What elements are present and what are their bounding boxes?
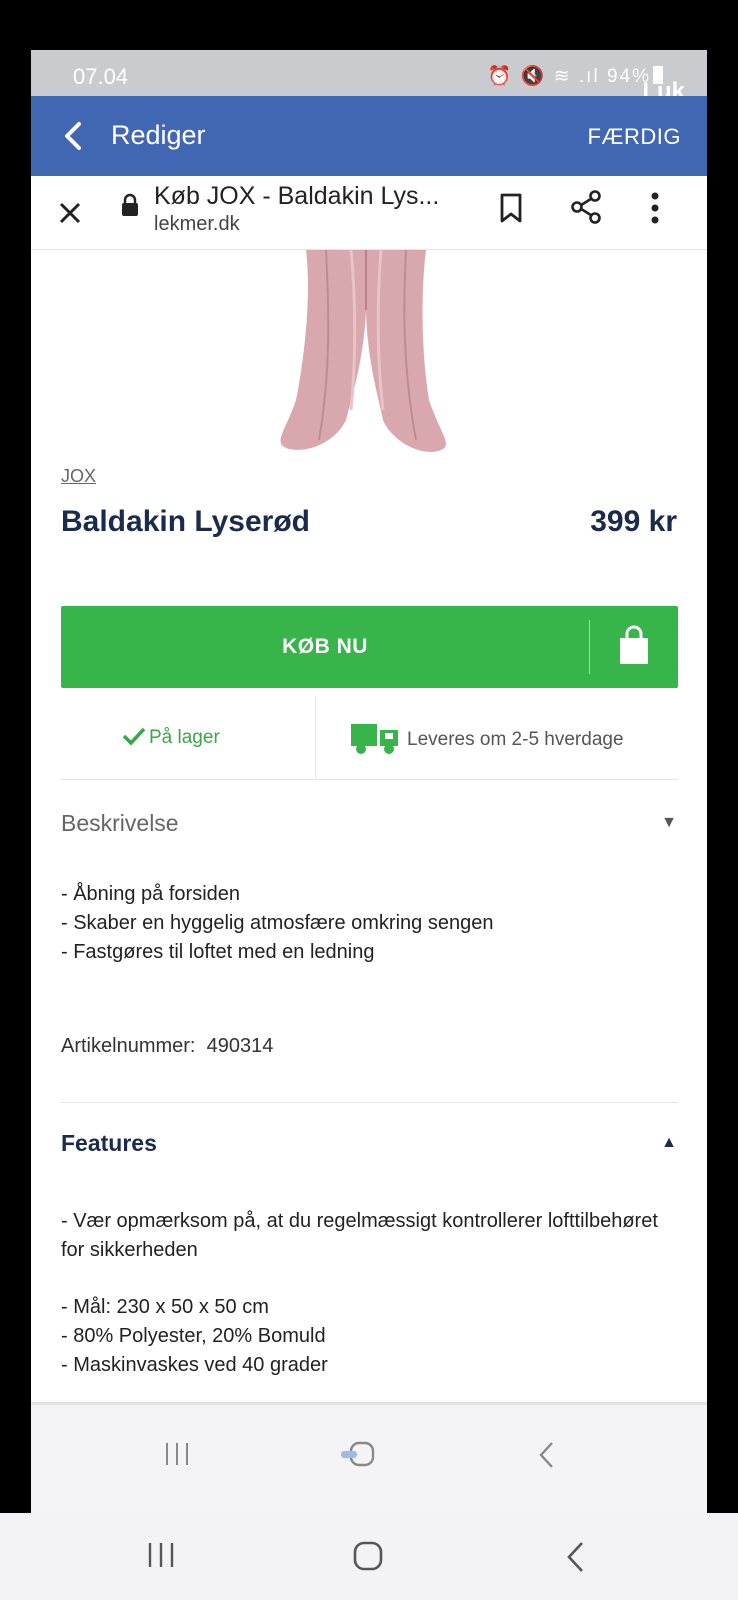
caret-up-icon[interactable]: ▲ bbox=[661, 1134, 677, 1152]
status-icons: ⏰ 🔇 ≋ .ıl 94% bbox=[488, 64, 663, 88]
home-icon[interactable] bbox=[352, 1541, 384, 1571]
back-icon[interactable] bbox=[564, 1541, 586, 1573]
phone-screen: 07.04 ⏰ 🔇 ≋ .ıl 94% Luk Rediger FÆRDIG K… bbox=[31, 50, 707, 1513]
browser-bar: Køb JOX - Baldakin Lys... lekmer.dk bbox=[31, 176, 707, 250]
stock-status: På lager bbox=[121, 726, 220, 749]
delivery-info: Leveres om 2-5 hverdage bbox=[349, 718, 624, 756]
recents-icon[interactable] bbox=[146, 1541, 176, 1569]
inner-navigation-bar bbox=[31, 1402, 707, 1513]
caret-down-icon[interactable]: ▼ bbox=[661, 814, 677, 832]
brand-link[interactable]: JOX bbox=[61, 466, 96, 487]
system-navigation-bar bbox=[0, 1513, 738, 1600]
lock-icon bbox=[122, 193, 138, 216]
features-list: - Mål: 230 x 50 x 50 cm - 80% Polyester,… bbox=[61, 1293, 328, 1380]
buy-button-divider bbox=[589, 620, 590, 674]
divider bbox=[61, 1102, 678, 1103]
shopping-bag-icon bbox=[620, 625, 648, 664]
description-list: - Åbning på forsiden - Skaber en hyggeli… bbox=[61, 880, 493, 967]
buy-now-button[interactable]: KØB NU bbox=[61, 606, 678, 688]
delivery-label: Leveres om 2-5 hverdage bbox=[407, 729, 624, 750]
back-icon[interactable] bbox=[536, 1441, 558, 1469]
close-icon[interactable] bbox=[55, 198, 85, 228]
check-icon bbox=[122, 727, 146, 746]
description-heading[interactable]: Beskrivelse bbox=[61, 810, 179, 837]
share-icon[interactable] bbox=[569, 190, 603, 224]
product-image[interactable] bbox=[271, 250, 461, 460]
features-heading[interactable]: Features bbox=[61, 1130, 157, 1157]
feature-line: - Maskinvaskes ved 40 grader bbox=[61, 1354, 328, 1376]
product-price: 399 kr bbox=[590, 505, 677, 538]
info-divider bbox=[315, 696, 316, 780]
stock-label: På lager bbox=[149, 727, 220, 748]
bookmark-icon[interactable] bbox=[498, 192, 524, 224]
buy-now-label: KØB NU bbox=[282, 635, 368, 658]
feature-line: - Mål: 230 x 50 x 50 cm bbox=[61, 1296, 269, 1318]
edit-header: Rediger FÆRDIG bbox=[31, 96, 707, 176]
article-number: Artikelnummer: 490314 bbox=[61, 1035, 274, 1057]
product-name: Baldakin Lyserød bbox=[61, 505, 310, 538]
back-arrow-icon[interactable] bbox=[57, 118, 89, 154]
home-icon[interactable] bbox=[339, 1441, 379, 1469]
description-line: - Fastgøres til loftet med en ledning bbox=[61, 941, 375, 963]
more-icon[interactable] bbox=[647, 188, 663, 228]
status-time: 07.04 bbox=[73, 64, 129, 89]
page-title: Køb JOX - Baldakin Lys... bbox=[154, 182, 440, 210]
features-note: - Vær opmærksom på, at du regelmæssigt k… bbox=[61, 1210, 658, 1261]
description-line: - Skaber en hyggelig atmosfære omkring s… bbox=[61, 912, 494, 934]
edit-title: Rediger bbox=[111, 120, 206, 150]
description-line: - Åbning på forsiden bbox=[61, 883, 241, 905]
recents-icon[interactable] bbox=[163, 1441, 191, 1467]
page-domain: lekmer.dk bbox=[154, 213, 240, 235]
done-button[interactable]: FÆRDIG bbox=[588, 124, 681, 150]
status-bar: 07.04 ⏰ 🔇 ≋ .ıl 94% bbox=[31, 50, 707, 96]
feature-line: - 80% Polyester, 20% Bomuld bbox=[61, 1325, 326, 1347]
truck-icon bbox=[351, 724, 398, 754]
availability-row: På lager Leveres om 2-5 hverdage bbox=[61, 696, 678, 780]
